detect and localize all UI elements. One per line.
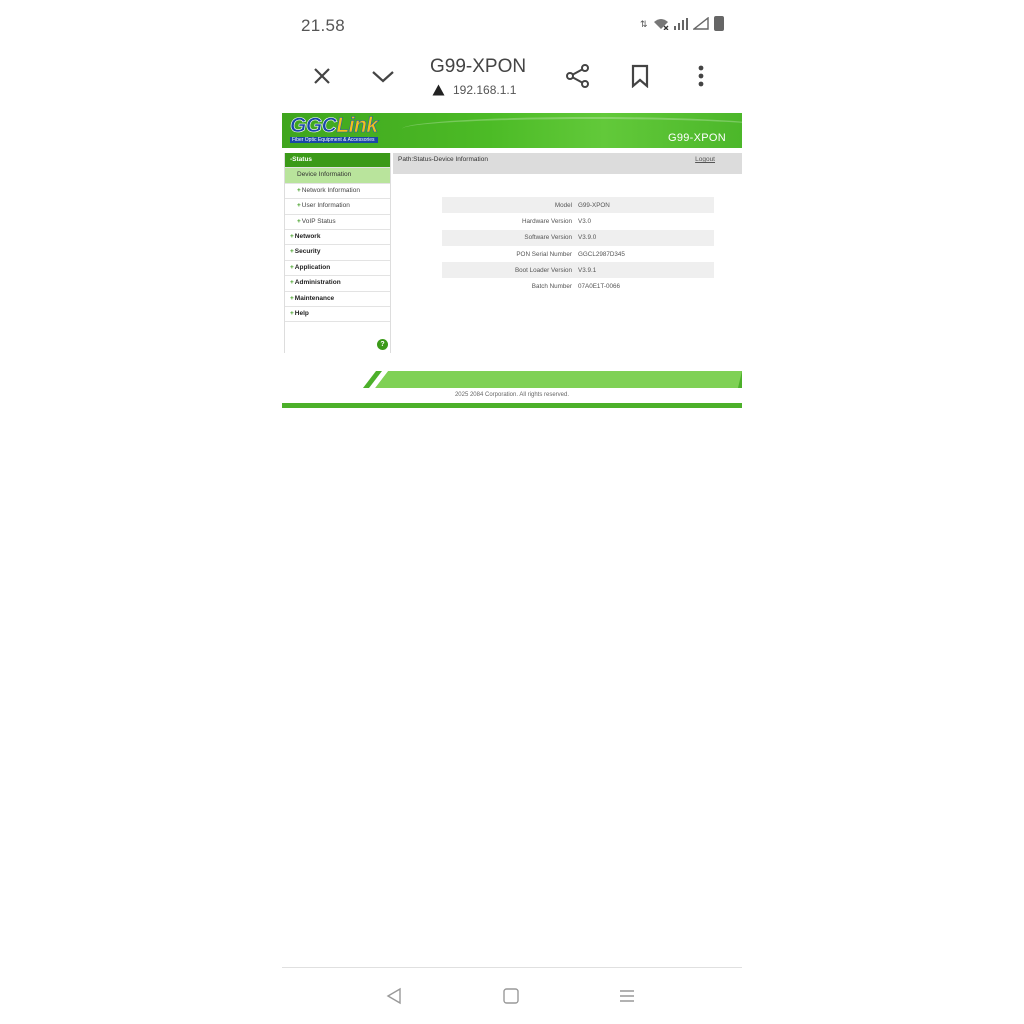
table-row: Boot Loader Version V3.9.1 [442,262,714,279]
router-header: GGCLink Fiber Optic Equipment & Accessor… [282,113,742,148]
plus-icon: + [290,248,294,256]
footer-line [282,403,742,408]
nav-item-user-information[interactable]: +User Information [285,199,390,215]
table-row: Batch Number 07A0E1T-0066 [531,283,621,291]
table-row: PON Serial Number GGCL2987D345 [516,250,625,258]
browser-toolbar: G99-XPON 192.168.1.1 [282,48,742,104]
nav-item-administration[interactable]: +Administration [285,276,390,292]
url-bar[interactable]: 192.168.1.1 [432,83,516,97]
table-row: Software Version V3.9.0 [442,229,714,246]
nav-item-network-information[interactable]: +Network Information [285,184,390,200]
data-arrows-icon: ⇅ [639,18,648,29]
copyright: 2025 2084 Corporation. All rights reserv… [454,392,570,398]
plus-icon: + [290,309,294,317]
plus-icon: + [290,263,294,271]
warning-icon [432,84,445,96]
recents-icon[interactable] [616,985,638,1007]
nav-item-application[interactable]: +Application [285,261,390,277]
url-text: 192.168.1.1 [453,83,517,97]
logout-link[interactable]: Logout [695,156,715,163]
plus-icon: + [297,186,301,194]
nav-item-network[interactable]: +Network [285,230,390,246]
table-row: Model G99-XPON [442,197,714,214]
plus-icon: + [290,294,294,302]
path-bar: Path:Status-Device Information Logout [393,153,742,174]
chevron-down-icon[interactable] [369,62,397,90]
back-icon[interactable] [383,985,405,1007]
nav-item-voip-status[interactable]: +VoIP Status [285,215,390,230]
breadcrumb: Path:Status-Device Information [398,156,488,163]
nav-divider [282,967,742,968]
status-icons: ⇅ [640,16,724,31]
share-icon[interactable] [564,62,592,90]
phone-screen: 21.58 ⇅ G99-XPON 192.168.1.1 GGCLink Fib… [282,0,742,1024]
close-icon[interactable] [308,62,336,90]
signal-icon [673,17,688,30]
status-time: 21.58 [301,16,346,35]
home-icon[interactable] [500,985,522,1007]
footer-band [363,371,742,388]
sidebar-nav: -Status Device Information +Network Info… [284,153,391,353]
nav-item-status[interactable]: -Status [285,153,390,169]
plus-icon: + [290,232,294,240]
bookmark-icon[interactable] [626,62,654,90]
plus-icon: + [290,279,294,287]
plus-icon: + [297,202,301,210]
signal-empty-icon [693,17,709,30]
nav-item-help[interactable]: +Help [285,307,390,323]
page-title: G99-XPON [430,56,527,77]
nav-item-device-information[interactable]: Device Information [285,168,390,184]
status-bar: 21.58 ⇅ [282,10,742,40]
brand-logo: GGCLink Fiber Optic Equipment & Accessor… [290,114,378,143]
nav-item-security[interactable]: +Security [285,245,390,261]
plus-icon: + [297,217,301,225]
header-model: G99-XPON [667,132,726,144]
web-content: GGCLink Fiber Optic Equipment & Accessor… [282,113,742,409]
help-icon[interactable]: ? [377,339,388,350]
device-info-table: Model G99-XPON Hardware Version V3.0 Softw… [442,197,714,295]
more-vert-icon[interactable] [687,62,715,90]
nav-item-maintenance[interactable]: +Maintenance [285,292,390,307]
wifi-off-icon [653,18,668,30]
battery-icon [714,16,724,31]
table-row: Hardware Version V3.0 [521,217,591,225]
